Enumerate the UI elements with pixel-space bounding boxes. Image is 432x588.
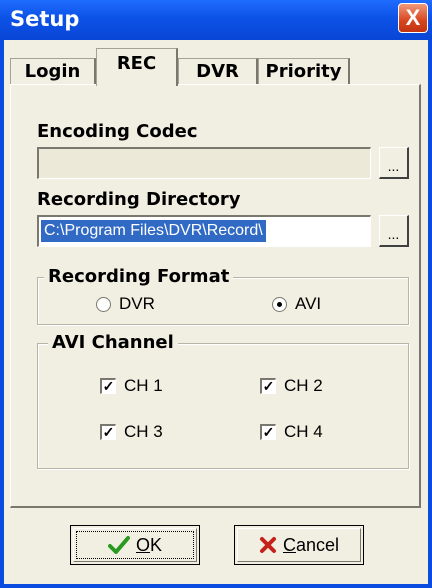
recording-directory-value: C:\Program Files\DVR\Record\ [41, 220, 266, 242]
ch2-label: CH 2 [284, 376, 323, 395]
encoding-codec-label: Encoding Codec [37, 121, 198, 142]
ch3-label: CH 3 [124, 422, 163, 441]
radio-avi-label: AVI [295, 294, 322, 313]
ok-button[interactable]: OK [70, 525, 200, 565]
window-title: Setup [10, 7, 80, 31]
radio-dvr[interactable]: DVR [96, 294, 155, 314]
title-bar[interactable]: Setup X [0, 0, 432, 40]
recording-directory-field[interactable]: C:\Program Files\DVR\Record\ [37, 215, 371, 247]
check-icon: ✓ [260, 378, 276, 394]
cancel-label: ancel [295, 534, 340, 555]
check-icon: ✓ [260, 424, 276, 440]
ok-accel: O [135, 534, 150, 555]
tab-login[interactable]: Login [10, 58, 96, 84]
ch4-label: CH 4 [284, 422, 323, 441]
encoding-browse-button[interactable]: ... [379, 147, 409, 179]
radio-avi[interactable]: AVI [272, 294, 321, 314]
radio-avi-circle [272, 296, 287, 312]
directory-browse-button[interactable]: ... [379, 215, 409, 247]
radio-dvr-circle [96, 296, 111, 312]
recording-format-group: Recording Format DVR AVI [37, 266, 409, 325]
recording-directory-label: Recording Directory [37, 189, 241, 210]
checkbox-ch1[interactable]: ✓ CH 1 [100, 376, 163, 396]
radio-dvr-label: DVR [119, 294, 155, 313]
checkbox-ch3[interactable]: ✓ CH 3 [100, 422, 163, 442]
ok-label: K [150, 534, 163, 555]
cancel-button[interactable]: Cancel [234, 525, 364, 565]
checkmark-icon [107, 536, 130, 554]
ch1-label: CH 1 [124, 376, 163, 395]
checkbox-ch4[interactable]: ✓ CH 4 [260, 422, 323, 442]
tab-rec[interactable]: REC [96, 48, 178, 86]
rec-tab-panel: Encoding Codec ... Recording Directory C… [10, 84, 421, 508]
recording-format-title: Recording Format [44, 266, 234, 287]
setup-dialog: Setup X Login REC DVR Priority Encoding … [0, 0, 432, 588]
avi-channel-group: AVI Channel ✓ CH 1 ✓ CH 2 ✓ CH 3 ✓ CH 4 [37, 332, 409, 469]
close-button[interactable]: X [398, 3, 428, 33]
check-icon: ✓ [100, 424, 116, 440]
encoding-codec-field[interactable] [37, 147, 371, 179]
tab-priority[interactable]: Priority [258, 58, 350, 84]
red-x-icon [259, 537, 276, 553]
close-icon: X [405, 5, 421, 30]
avi-channel-title: AVI Channel [48, 332, 178, 353]
check-icon: ✓ [100, 378, 116, 394]
cancel-accel: C [282, 534, 296, 555]
tab-dvr[interactable]: DVR [178, 58, 258, 84]
checkbox-ch2[interactable]: ✓ CH 2 [260, 376, 323, 396]
